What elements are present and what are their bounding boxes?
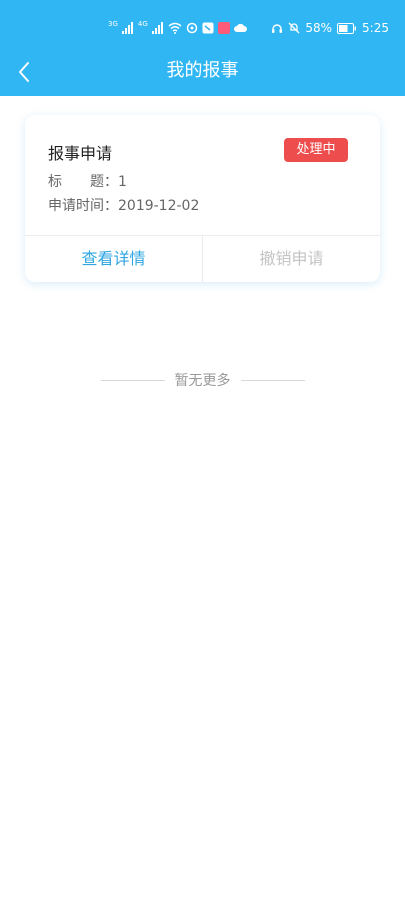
back-button[interactable] [10,58,38,86]
headset-icon [272,24,283,33]
status-bar: 3G 4G 58% 5:25 [0,0,405,48]
network-3g-label: 3G [108,20,118,28]
signal-icon [121,22,133,34]
mute-bell-icon [288,22,300,34]
date-value: 2019-12-02 [118,198,200,214]
title-label: 标 题： [48,174,118,190]
view-details-button[interactable]: 查看详情 [25,236,202,282]
wifi-icon [168,22,182,34]
status-left: 3G 4G [108,20,247,36]
divider-left [100,379,165,381]
app-notification-icon [217,22,230,34]
signal-icon [151,22,163,34]
network-4g-label: 4G [137,20,148,28]
clock-time: 5:25 [362,21,389,35]
page-title: 我的报事 [166,60,239,81]
cancel-request-button[interactable]: 撤销申请 [203,236,380,282]
battery-icon [337,22,357,34]
card-actions: 查看详情 撤销申请 [25,236,380,282]
date-label: 申请时间： [48,198,118,214]
nav-bar: 我的报事 [0,48,405,96]
status-badge: 处理中 [284,138,348,162]
message-icon [202,22,214,34]
title-row: 标 题：1 [48,171,127,191]
date-row: 申请时间：2019-12-02 [48,195,199,215]
status-right: 58% 5:25 [271,20,389,36]
cloud-icon [233,23,247,32]
report-card-title: 报事申请 [48,144,113,163]
no-more-label: 暂无更多 [174,373,231,389]
divider-right [240,379,305,381]
report-card: 报事申请 处理中 标 题：1 申请时间：2019-12-02 查看详情 撤销申请 [25,115,380,282]
sync-icon [186,22,198,34]
title-value: 1 [118,174,127,190]
no-more-indicator: 暂无更多 [0,370,405,390]
header: 3G 4G 58% 5:25 我的报事 [0,0,405,96]
chevron-left-icon [19,62,29,82]
battery-percent: 58% [305,21,333,35]
